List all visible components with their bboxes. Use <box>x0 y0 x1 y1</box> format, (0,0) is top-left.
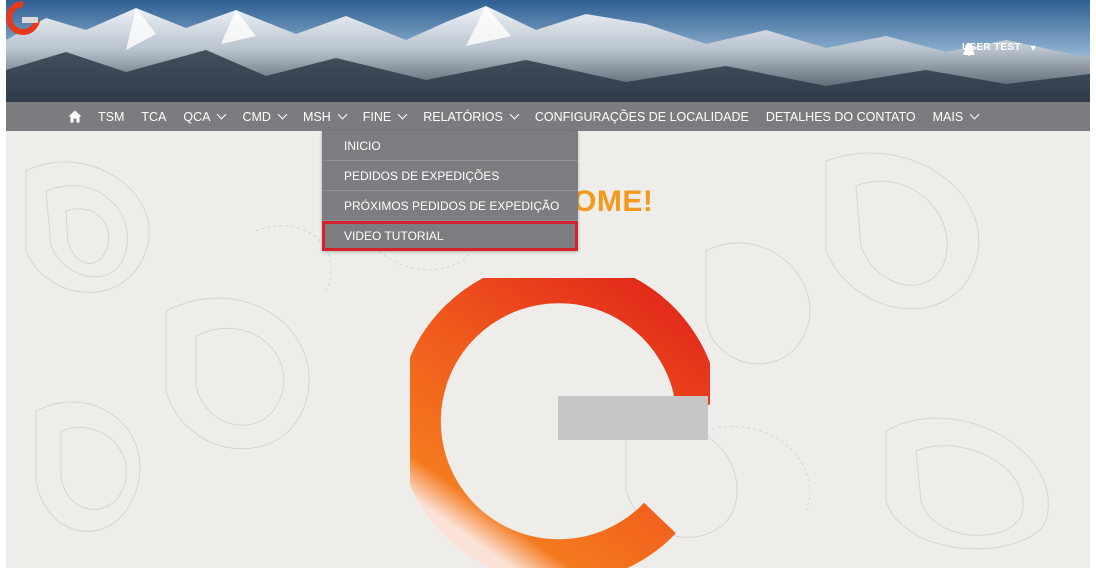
mountain-background <box>6 0 1090 102</box>
nav-label: TSM <box>98 109 125 124</box>
menu-item-video-tutorial[interactable]: VIDEO TUTORIAL <box>322 221 578 251</box>
nav-msh[interactable]: MSH <box>302 109 348 124</box>
menu-item-pedidos-expedicoes[interactable]: PEDIDOS DE EXPEDIÇÕES <box>322 161 578 191</box>
menu-item-proximos-pedidos[interactable]: PRÓXIMOS PEDIDOS DE EXPEDIÇÃO <box>322 191 578 221</box>
main-nav: TSM TCA QCA CMD MSH FINE RELATÓRIOS CONF… <box>6 102 1090 131</box>
nav-cmd[interactable]: CMD <box>242 109 288 124</box>
nav-configuracoes[interactable]: CONFIGURAÇÕES DE LOCALIDADE <box>535 110 749 124</box>
nav-label: FINE <box>362 109 392 124</box>
nav-qca[interactable]: QCA <box>183 109 227 124</box>
nav-label: RELATÓRIOS <box>423 109 503 124</box>
chevron-down-icon <box>509 109 520 120</box>
msh-dropdown-menu: INICIO PEDIDOS DE EXPEDIÇÕES PRÓXIMOS PE… <box>322 131 578 251</box>
header-banner: USER TEST ▼ <box>6 0 1090 102</box>
home-icon[interactable] <box>68 110 82 123</box>
nav-label: QCA <box>183 109 211 124</box>
chevron-down-icon <box>217 109 227 120</box>
chevron-down-icon <box>277 109 288 120</box>
welcome-heading: OME! <box>573 185 654 218</box>
nav-label: CONFIGURAÇÕES DE LOCALIDADE <box>534 109 749 124</box>
nav-fine[interactable]: FINE <box>362 109 408 124</box>
nav-mais[interactable]: MAIS <box>932 109 980 124</box>
nav-relatorios[interactable]: RELATÓRIOS <box>423 109 520 124</box>
chevron-down-icon[interactable]: ▼ <box>1029 43 1038 53</box>
app-frame: USER TEST ▼ TSM TCA QCA CMD MSH FINE REL… <box>6 0 1090 568</box>
brand-logo[interactable] <box>6 0 40 40</box>
nav-label: CMD <box>242 109 271 124</box>
chevron-down-icon <box>969 109 980 120</box>
user-menu[interactable]: USER TEST ▼ <box>962 42 1038 56</box>
nav-label: MSH <box>302 109 331 124</box>
chevron-down-icon <box>397 109 408 120</box>
nav-tca[interactable]: TCA <box>141 110 166 124</box>
user-icon <box>963 43 975 55</box>
nav-label: MAIS <box>932 109 964 124</box>
nav-label: TCA <box>141 109 167 124</box>
nav-label: DETALHES DO CONTATO <box>765 109 916 124</box>
menu-item-inicio[interactable]: INICIO <box>322 131 578 161</box>
nav-detalhes[interactable]: DETALHES DO CONTATO <box>766 110 916 124</box>
nav-tsm[interactable]: TSM <box>98 110 124 124</box>
chevron-down-icon <box>337 109 348 120</box>
brand-logo-large <box>410 278 710 568</box>
